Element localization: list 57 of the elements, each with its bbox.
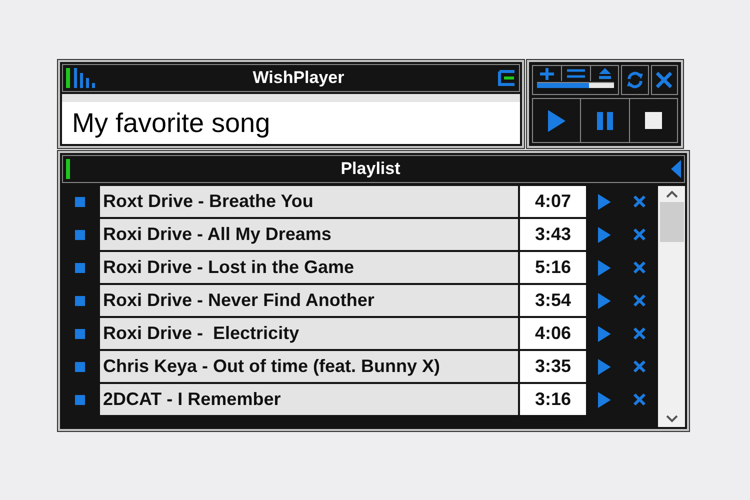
- track-duration: 3:16: [520, 384, 586, 415]
- play-icon: [598, 194, 611, 210]
- bullet-icon: [75, 362, 85, 372]
- scroll-thumb[interactable]: [660, 202, 684, 242]
- repeat-button[interactable]: [621, 65, 649, 95]
- bullet-icon: [75, 394, 85, 404]
- play-icon: [598, 260, 611, 276]
- bullet-icon: [75, 328, 85, 338]
- play-icon: [598, 358, 611, 374]
- track-duration: 3:35: [520, 351, 586, 382]
- track-name[interactable]: Roxi Drive - Lost in the Game: [100, 252, 518, 283]
- track-name[interactable]: Chris Keya - Out of time (feat. Bunny X): [100, 351, 518, 382]
- play-icon: [548, 110, 566, 132]
- track-name[interactable]: 2DCAT - I Remember: [100, 384, 518, 415]
- stop-icon: [644, 112, 662, 129]
- track-duration: 3:43: [520, 219, 586, 250]
- play-icon: [598, 292, 611, 308]
- menu-icon: [566, 69, 585, 78]
- bullet-icon: [75, 262, 85, 272]
- plus-icon: [540, 68, 554, 80]
- bullet-icon: [75, 230, 85, 240]
- volume-slider[interactable]: [537, 82, 614, 88]
- track-name[interactable]: Roxi Drive - Electricity: [100, 318, 518, 349]
- close-icon: [633, 294, 646, 307]
- track-name[interactable]: Roxt Drive - Breathe You: [100, 186, 518, 217]
- track-duration: 3:54: [520, 285, 586, 316]
- indicator-icon: [66, 68, 70, 88]
- close-icon: [633, 360, 646, 373]
- collapse-icon[interactable]: [671, 160, 681, 178]
- pause-icon: [596, 112, 613, 130]
- bullet-icon: [75, 296, 85, 306]
- scrollbar[interactable]: [658, 186, 685, 427]
- track-duration: 4:07: [520, 186, 586, 217]
- track-name[interactable]: Roxi Drive - Never Find Another: [100, 285, 518, 316]
- track-name[interactable]: Roxi Drive - All My Dreams: [100, 219, 518, 250]
- window-title: WishPlayer: [252, 68, 346, 88]
- close-icon: [633, 327, 646, 340]
- bullet-icon: [75, 196, 85, 206]
- repeat-icon: [626, 71, 644, 89]
- close-icon: [655, 71, 674, 89]
- indicator-icon: [66, 159, 70, 179]
- close-icon: [633, 261, 646, 274]
- eject-icon: [598, 68, 611, 79]
- track-duration: 5:16: [520, 252, 586, 283]
- track-duration: 4:06: [520, 318, 586, 349]
- play-icon: [598, 226, 611, 242]
- playlist-title: Playlist: [340, 159, 402, 179]
- song-title: My favorite song: [72, 110, 270, 136]
- play-icon: [598, 326, 611, 342]
- close-icon: [633, 195, 646, 208]
- close-icon: [633, 228, 646, 241]
- scroll-down-icon[interactable]: [666, 415, 678, 423]
- scroll-up-icon[interactable]: [666, 190, 678, 198]
- close-button[interactable]: [650, 65, 678, 95]
- close-icon: [633, 393, 646, 406]
- play-icon: [598, 392, 611, 408]
- minimize-icon[interactable]: [498, 70, 516, 86]
